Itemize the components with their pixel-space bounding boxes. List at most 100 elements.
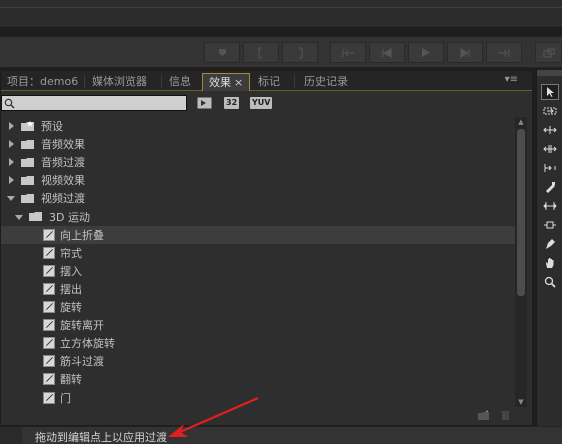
top-strip: [0, 0, 562, 28]
chevron-right-icon[interactable]: [6, 175, 16, 185]
search-input[interactable]: [1, 95, 187, 111]
scroll-up-icon[interactable]: ▲: [517, 118, 525, 126]
folder-icon: [21, 193, 34, 203]
tree-effect-item[interactable]: 旋转离开: [1, 316, 515, 334]
tree-item-label: 视频过渡: [41, 192, 85, 206]
folder-icon: [21, 175, 34, 185]
razor-tool-icon[interactable]: [541, 179, 559, 195]
zoom-tool-icon[interactable]: [541, 274, 559, 290]
hand-tool-icon[interactable]: [541, 255, 559, 271]
tree-effect-item[interactable]: 翻转: [1, 370, 515, 388]
selection-tool-icon[interactable]: [541, 84, 559, 100]
transition-effect-icon: [43, 373, 55, 386]
transition-effect-icon: [43, 355, 55, 368]
tree-folder[interactable]: 音频效果: [1, 135, 515, 153]
chevron-right-icon[interactable]: [6, 121, 16, 131]
tree-item-label: 音频效果: [41, 138, 85, 152]
play-button[interactable]: [408, 42, 444, 63]
effects-toolbar: 32 YUV: [1, 92, 532, 116]
tree-effect-item[interactable]: 旋转: [1, 298, 515, 316]
slip-tool-icon[interactable]: [541, 198, 559, 214]
vertical-scrollbar[interactable]: ▲ ▼: [515, 117, 527, 407]
export-frame-button[interactable]: [535, 42, 562, 63]
step-forward-icon: [460, 47, 470, 58]
chevron-right-icon[interactable]: [6, 139, 16, 149]
scrollbar-thumb[interactable]: [517, 129, 525, 296]
tree-folder[interactable]: 视频效果: [1, 171, 515, 189]
effects-tree: 预设音频效果音频过渡视频效果视频过渡 3D 运动向上折叠帘式摆入 摆出旋转旋转离开立…: [1, 117, 515, 407]
tree-item-label: 音频过渡: [41, 156, 85, 170]
folder-icon: [21, 157, 34, 167]
track-select-tool-icon[interactable]: [541, 103, 559, 119]
scroll-down-icon[interactable]: ▼: [517, 398, 525, 406]
tree-folder[interactable]: 预设: [1, 117, 515, 135]
delete-icon[interactable]: [499, 410, 512, 421]
step-back-button[interactable]: [369, 42, 405, 63]
tab-history[interactable]: 历史记录: [298, 73, 354, 91]
tree-effect-item[interactable]: 向上折叠: [1, 225, 515, 244]
tree-effect-item[interactable]: 立方体旋转: [1, 334, 515, 352]
32-bit-filter-icon[interactable]: 32: [224, 97, 240, 109]
tree-item-label: 视频效果: [41, 174, 85, 188]
transition-effect-icon: [43, 264, 55, 277]
pen-tool-icon[interactable]: [541, 236, 559, 252]
folder-icon: [29, 212, 42, 221]
chevron-down-icon[interactable]: [6, 193, 16, 203]
mark-out-icon: [299, 47, 303, 58]
accelerated-effects-icon[interactable]: [197, 97, 212, 109]
add-marker-button[interactable]: [204, 42, 240, 63]
rate-stretch-tool-icon[interactable]: [541, 160, 559, 176]
chevron-right-icon[interactable]: [6, 157, 16, 167]
go-to-out-button[interactable]: [486, 42, 522, 63]
tree-folder[interactable]: 音频过渡: [1, 153, 515, 171]
marker-icon: [218, 49, 226, 56]
tab-markers[interactable]: 标记: [252, 73, 286, 91]
tree-item-label: 帘式: [60, 246, 82, 260]
mark-out-button[interactable]: [282, 42, 318, 63]
tab-project[interactable]: 项目：demo6: [1, 73, 84, 91]
tree-effect-item[interactable]: 摆入: [1, 262, 515, 280]
tab-info[interactable]: 信息: [163, 73, 197, 91]
transport-controls: [0, 36, 562, 68]
transition-effect-icon: [43, 319, 55, 332]
rolling-edit-tool-icon[interactable]: [541, 141, 559, 157]
transition-effect-icon: [43, 246, 55, 259]
new-custom-bin-icon[interactable]: [477, 410, 490, 421]
tree-item-label: 向上折叠: [60, 228, 104, 242]
folder-icon: [21, 120, 34, 131]
annotation-arrow: [168, 396, 259, 437]
tree-item-label: 门: [60, 391, 71, 405]
yuv-filter-icon[interactable]: YUV: [250, 97, 273, 109]
tools-panel: [536, 70, 562, 426]
chevron-down-icon[interactable]: [14, 212, 24, 222]
status-corner: [0, 427, 22, 444]
tree-folder[interactable]: 3D 运动: [1, 208, 515, 226]
status-bar: 拖动到编辑点上以应用过渡: [0, 426, 562, 444]
mark-in-button[interactable]: [243, 42, 279, 63]
go-to-in-button[interactable]: [330, 42, 366, 63]
transition-effect-icon: [43, 282, 55, 295]
panel-tab-bar: 项目：demo6 媒体浏览器 信息 效果 × 标记 历史记录 ▾≡: [1, 71, 532, 91]
tree-effect-item[interactable]: 筋斗过渡: [1, 352, 515, 370]
search-icon: [4, 98, 15, 108]
close-icon[interactable]: ×: [234, 76, 243, 89]
step-forward-button[interactable]: [447, 42, 483, 63]
transition-effect-icon: [43, 301, 55, 313]
tree-item-label: 立方体旋转: [60, 337, 115, 351]
play-icon: [422, 48, 430, 57]
slide-tool-icon[interactable]: [541, 217, 559, 233]
tab-effects-label: 效果: [209, 76, 231, 89]
tab-effects[interactable]: 效果 ×: [202, 73, 251, 91]
panel-menu-icon[interactable]: ▾≡: [505, 74, 518, 85]
tree-effect-item[interactable]: 帘式: [1, 244, 515, 262]
tree-item-label: 旋转: [60, 301, 82, 314]
tree-item-label: 3D 运动: [49, 210, 90, 224]
effects-panel: 项目：demo6 媒体浏览器 信息 效果 × 标记 历史记录 ▾≡ 32 YUV …: [0, 70, 533, 426]
export-icon: [543, 48, 554, 57]
tab-media-browser[interactable]: 媒体浏览器: [86, 73, 153, 91]
go-to-in-icon: [342, 48, 354, 57]
panel-footer: [1, 407, 532, 425]
tree-effect-item[interactable]: 摆出: [1, 280, 515, 298]
ripple-edit-tool-icon[interactable]: [541, 122, 559, 138]
tree-folder[interactable]: 视频过渡: [1, 189, 515, 207]
